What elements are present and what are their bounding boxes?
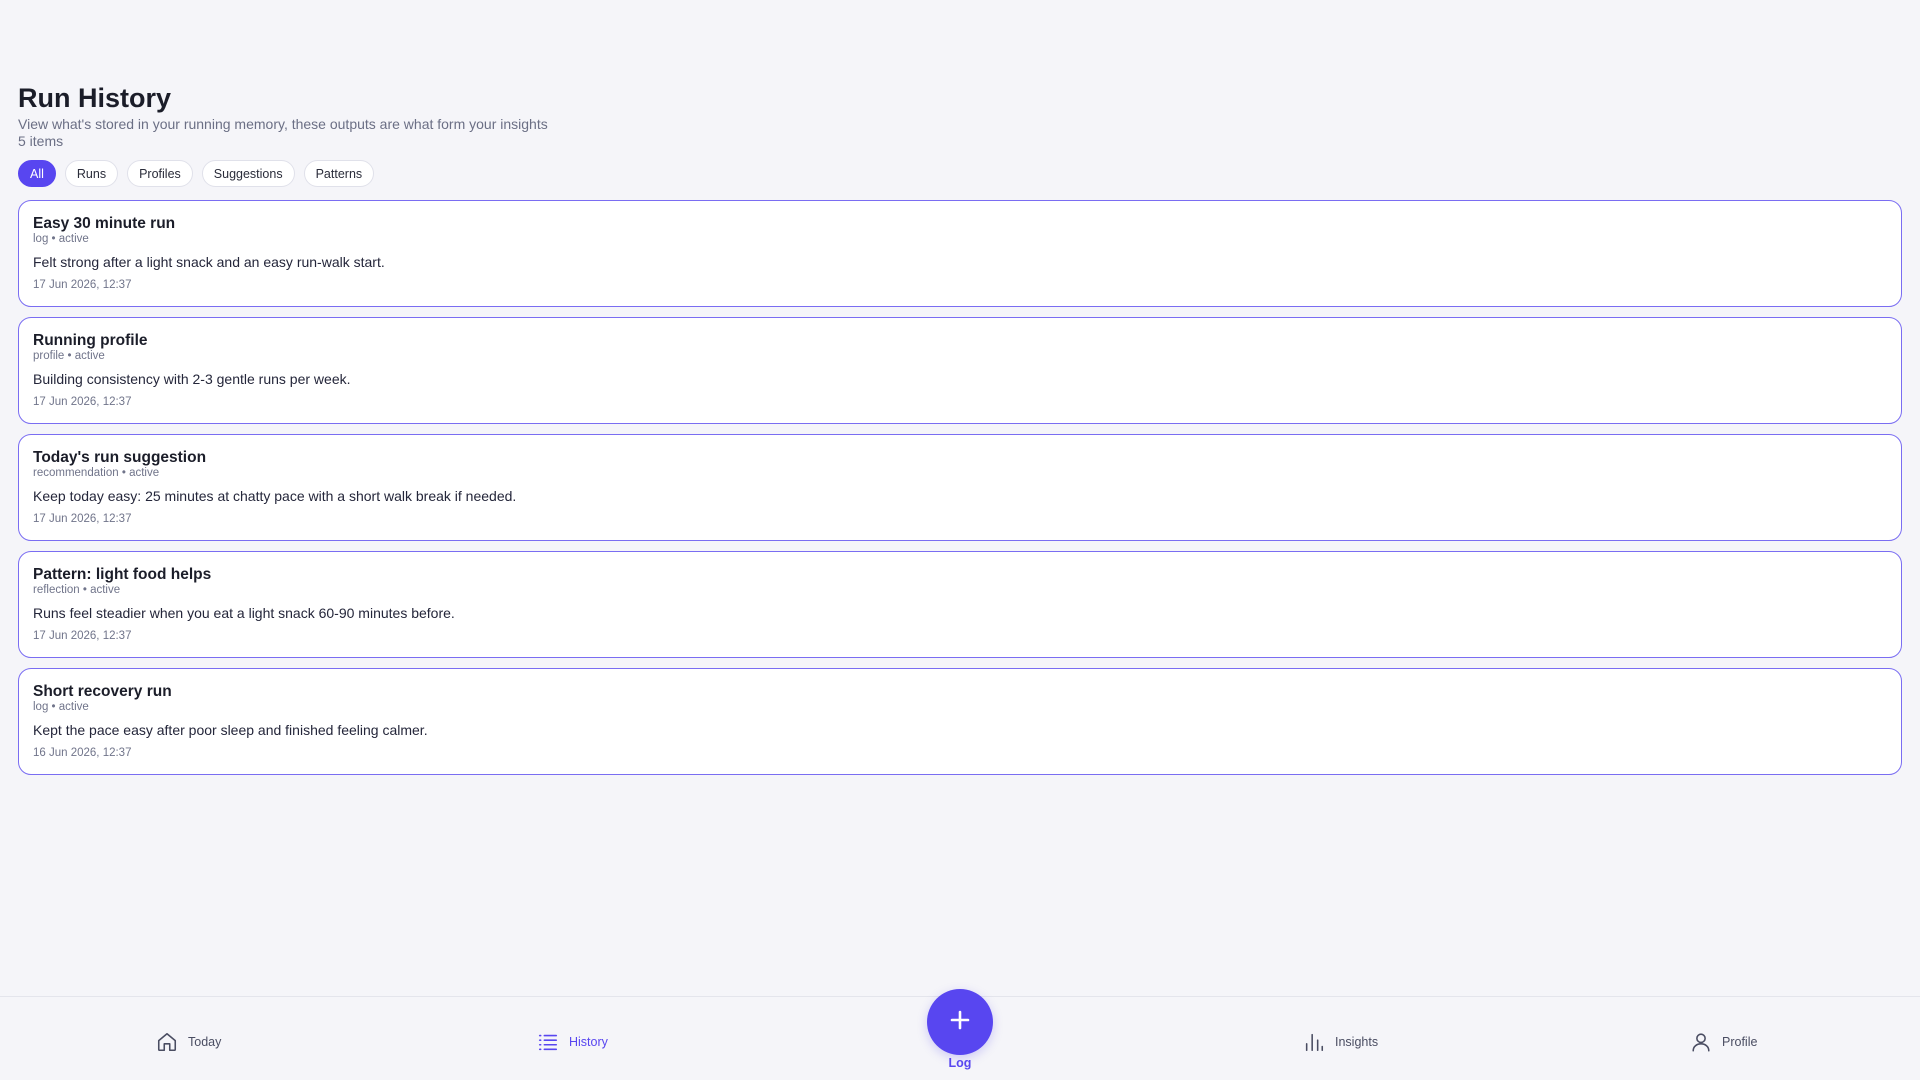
card-meta: reflection • active — [33, 584, 121, 596]
nav-insights[interactable]: Insights — [1303, 1031, 1378, 1053]
nav-profile-label: Profile — [1722, 1035, 1758, 1049]
nav-today[interactable]: Today — [156, 1031, 221, 1053]
page-subtitle: View what's stored in your running memor… — [18, 116, 548, 132]
card-meta: profile • active — [33, 350, 105, 362]
card-title: Running profile — [33, 332, 148, 349]
history-card[interactable]: Today's run suggestion recommendation • … — [18, 434, 1902, 541]
nav-profile[interactable]: Profile — [1690, 1031, 1757, 1053]
filter-runs[interactable]: Runs — [64, 160, 119, 187]
user-icon — [1690, 1031, 1712, 1053]
nav-insights-label: Insights — [1335, 1035, 1379, 1049]
log-label[interactable]: Log — [930, 1056, 990, 1070]
card-body: Runs feel steadier when you eat a light … — [33, 605, 455, 621]
card-date: 17 Jun 2026, 12:37 — [33, 396, 132, 408]
filter-suggestions[interactable]: Suggestions — [201, 160, 295, 187]
plus-icon — [948, 1008, 972, 1037]
home-icon — [156, 1031, 178, 1053]
filter-chips: All Runs Profiles Suggestions Patterns — [18, 160, 1902, 187]
list-icon — [537, 1031, 559, 1053]
card-date: 17 Jun 2026, 12:37 — [33, 513, 132, 525]
main-content: Run History View what's stored in your r… — [18, 82, 1902, 775]
filter-patterns[interactable]: Patterns — [303, 160, 375, 187]
card-title: Pattern: light food helps — [33, 566, 212, 583]
card-body: Building consistency with 2-3 gentle run… — [33, 371, 351, 387]
filter-profiles[interactable]: Profiles — [127, 160, 193, 187]
history-card[interactable]: Pattern: light food helps reflection • a… — [18, 551, 1902, 658]
log-run-button[interactable] — [927, 989, 993, 1055]
card-date: 17 Jun 2026, 12:37 — [33, 279, 132, 291]
page-title: Run History — [18, 83, 172, 113]
history-card[interactable]: Easy 30 minute run log • active Felt str… — [18, 200, 1902, 307]
nav-history-label: History — [569, 1035, 608, 1049]
nav-history[interactable]: History — [537, 1031, 608, 1053]
item-count: 5 items — [18, 133, 64, 149]
history-list: Easy 30 minute run log • active Felt str… — [18, 200, 1902, 775]
card-title: Today's run suggestion — [33, 449, 207, 466]
history-card[interactable]: Short recovery run log • active Kept the… — [18, 668, 1902, 775]
bar-chart-icon — [1303, 1031, 1325, 1053]
card-date: 16 Jun 2026, 12:37 — [33, 747, 132, 759]
card-meta: log • active — [33, 233, 89, 245]
card-date: 17 Jun 2026, 12:37 — [33, 630, 132, 642]
nav-today-label: Today — [188, 1035, 222, 1049]
card-title: Short recovery run — [33, 683, 172, 700]
card-meta: log • active — [33, 701, 89, 713]
card-body: Felt strong after a light snack and an e… — [33, 254, 385, 270]
filter-all[interactable]: All — [18, 160, 56, 187]
card-meta: recommendation • active — [33, 467, 160, 479]
card-body: Keep today easy: 25 minutes at chatty pa… — [33, 488, 517, 504]
card-title: Easy 30 minute run — [33, 215, 176, 232]
card-body: Kept the pace easy after poor sleep and … — [33, 722, 428, 738]
history-card[interactable]: Running profile profile • active Buildin… — [18, 317, 1902, 424]
